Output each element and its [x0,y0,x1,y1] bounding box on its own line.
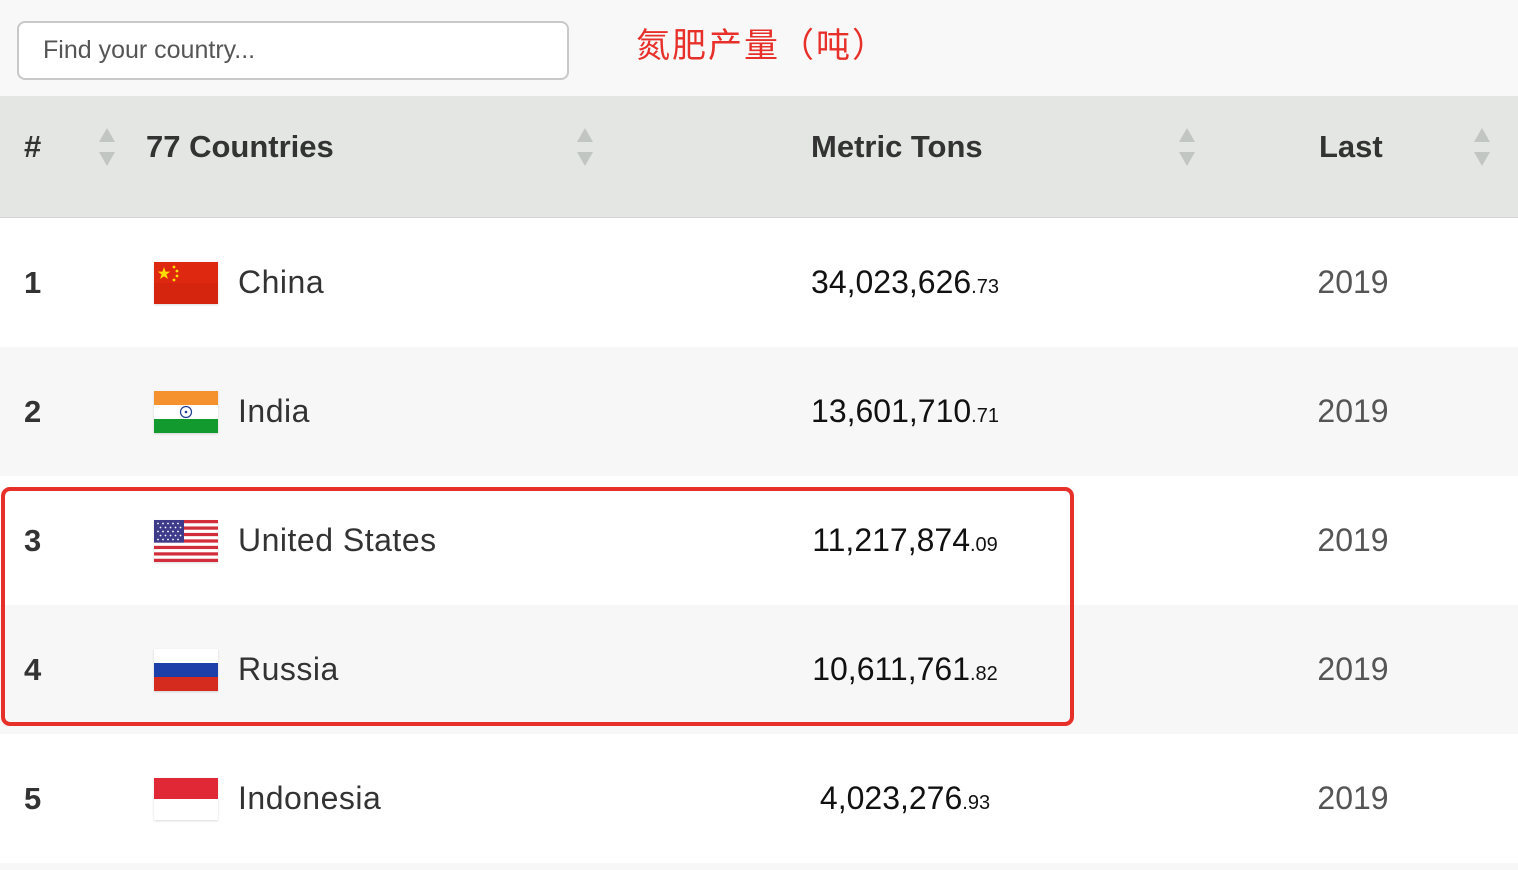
value-integer: 11,217,874 [812,522,970,558]
table-row[interactable]: 1 China 34,023,626.73 2019 [0,218,1518,347]
russia-flag-icon [154,649,218,691]
table-row[interactable]: 3 United States 11,217,874.09 2019 [0,476,1518,605]
value-cell: 4,023,276.93 [700,734,1110,863]
country-name[interactable]: India [238,347,310,476]
rank-cell: 1 [24,265,42,300]
value-integer: 4,023,276 [819,780,963,816]
search-box[interactable] [17,21,569,80]
country-name[interactable]: China [238,218,324,347]
year-cell: 2019 [1317,780,1389,816]
rank-cell: 2 [24,394,42,429]
value-integer: 10,611,761 [812,651,970,687]
value-integer: 13,601,710 [811,393,972,429]
table-row[interactable]: 4 Russia 10,611,761.82 2019 [0,605,1518,734]
year-cell: 2019 [1317,264,1389,300]
page: 氮肥产量（吨） # 77 Countries Metric Tons Last … [0,0,1518,870]
value-decimal: .73 [971,276,999,298]
country-name[interactable]: Russia [238,605,339,734]
year-cell: 2019 [1317,393,1389,429]
sort-arrows-icon[interactable] [1179,126,1195,170]
value-integer: 34,023,626 [811,264,972,300]
china-flag-icon [154,262,218,304]
header-metric-tons[interactable]: Metric Tons [811,96,983,217]
value-cell: 34,023,626.73 [700,218,1110,347]
rank-cell: 5 [24,781,42,816]
value-decimal: .82 [969,663,998,685]
sort-arrows-icon[interactable] [577,126,593,170]
header-rank[interactable]: # [24,96,41,217]
table-row-partial [0,863,1518,870]
annotation-label: 氮肥产量（吨） [636,26,888,66]
header-countries[interactable]: 77 Countries [146,96,334,217]
indonesia-flag-icon [154,778,218,820]
sort-arrows-icon[interactable] [1474,126,1490,170]
sort-arrows-icon[interactable] [99,126,115,170]
table-header: # 77 Countries Metric Tons Last [0,96,1518,218]
value-cell: 10,611,761.82 [700,605,1110,734]
country-name[interactable]: Indonesia [238,734,381,863]
india-flag-icon [154,391,218,433]
usa-flag-icon [154,520,218,562]
value-cell: 13,601,710.71 [700,347,1110,476]
year-cell: 2019 [1317,651,1389,687]
value-cell: 11,217,874.09 [700,476,1110,605]
value-decimal: .09 [969,534,998,556]
search-input[interactable] [19,23,567,78]
value-decimal: .93 [962,792,991,814]
table-row[interactable]: 2 India 13,601,710.71 2019 [0,347,1518,476]
country-name[interactable]: United States [238,476,437,605]
table-row[interactable]: 5 Indonesia 4,023,276.93 2019 [0,734,1518,863]
rank-cell: 4 [24,652,42,687]
year-cell: 2019 [1317,522,1389,558]
header-last[interactable]: Last [1319,96,1383,217]
rank-cell: 3 [24,523,42,558]
value-decimal: .71 [971,405,999,427]
